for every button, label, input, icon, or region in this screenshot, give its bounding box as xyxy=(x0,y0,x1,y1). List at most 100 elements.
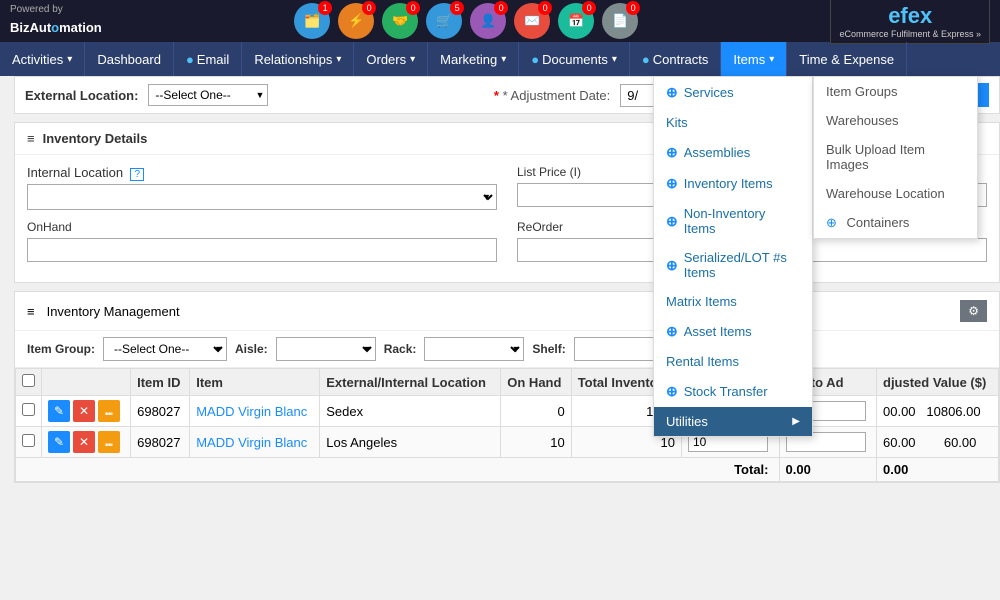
util-item-groups-label: Item Groups xyxy=(826,84,898,99)
dropdown-assemblies[interactable]: ⊕ Assemblies xyxy=(654,137,812,168)
row1-adj-value: 00.00 10806.00 xyxy=(877,396,999,427)
nav-relationships[interactable]: Relationships ▾ xyxy=(242,42,354,76)
row2-item-link[interactable]: MADD Virgin Blanc xyxy=(196,435,307,450)
row2-edit-button[interactable]: ✎ xyxy=(48,431,70,453)
row1-actions: ✎ ✕ ⑉ xyxy=(48,400,124,422)
brand-logo: BizAutomation xyxy=(10,15,102,38)
inventory-management-title: Inventory Management xyxy=(47,304,180,319)
plus-icon-inventory: ⊕ xyxy=(666,175,678,192)
row2-actions-cell: ✎ ✕ ⑉ xyxy=(42,427,131,458)
util-bulk-upload[interactable]: Bulk Upload Item Images xyxy=(814,135,977,179)
util-containers[interactable]: ⊕ Containers xyxy=(814,208,977,238)
plus-icon-stock: ⊕ xyxy=(666,383,678,400)
row2-fork-button[interactable]: ⑉ xyxy=(98,431,120,453)
row2-checkbox[interactable] xyxy=(22,434,35,447)
dropdown-rental-label: Rental Items xyxy=(666,354,739,369)
row1-item-link[interactable]: MADD Virgin Blanc xyxy=(196,404,307,419)
gear-button[interactable]: ⚙ xyxy=(960,300,987,322)
select-all-checkbox[interactable] xyxy=(22,374,35,387)
item-group-label: Item Group: xyxy=(27,342,95,356)
ext-location-select-wrapper: --Select One-- xyxy=(148,84,268,106)
util-warehouses[interactable]: Warehouses xyxy=(814,106,977,135)
efex-title: efex xyxy=(839,3,981,29)
internal-location-select[interactable] xyxy=(27,184,497,210)
internal-location-select-wrapper xyxy=(27,184,497,210)
icon-btn-5[interactable]: ✉️ 0 xyxy=(514,3,550,39)
efex-logo: efex eCommerce Fulfilment & Express » xyxy=(830,0,990,44)
dropdown-inventory-items[interactable]: ⊕ Inventory Items xyxy=(654,168,812,199)
row2-total-val: 60.00 xyxy=(926,435,976,450)
nav-time-expense[interactable]: Time & Expense xyxy=(787,42,907,76)
icon-btn-4[interactable]: 👤 0 xyxy=(470,3,506,39)
help-tooltip[interactable]: ? xyxy=(130,168,144,181)
nav-activities[interactable]: Activities ▾ xyxy=(0,42,85,76)
dropdown-kits[interactable]: Kits xyxy=(654,108,812,137)
nav-orders[interactable]: Orders ▾ xyxy=(354,42,428,76)
badge-6: 0 xyxy=(582,1,596,15)
plus-icon-services: ⊕ xyxy=(666,84,678,101)
col-checkbox xyxy=(16,369,42,396)
aisle-select[interactable] xyxy=(276,337,376,361)
nav-activities-arrow: ▾ xyxy=(67,54,72,65)
util-item-groups[interactable]: Item Groups xyxy=(814,77,977,106)
row1-delete-button[interactable]: ✕ xyxy=(73,400,95,422)
icon-btn-6[interactable]: 📅 0 xyxy=(558,3,594,39)
util-warehouse-location-label: Warehouse Location xyxy=(826,186,945,201)
row1-checkbox[interactable] xyxy=(22,403,35,416)
nav-items-label: Items xyxy=(733,52,765,67)
ext-location-select[interactable]: --Select One-- xyxy=(148,84,268,106)
icon-btn-3[interactable]: 🛒 5 xyxy=(426,3,462,39)
dropdown-stock-transfer[interactable]: ⊕ Stock Transfer xyxy=(654,376,812,407)
row2-item: MADD Virgin Blanc xyxy=(190,427,320,458)
onhand-input[interactable] xyxy=(27,238,497,262)
nav-email[interactable]: ● Email xyxy=(174,42,242,76)
dropdown-serialized[interactable]: ⊕ Serialized/LOT #s Items xyxy=(654,243,812,287)
icon-btn-7[interactable]: 📄 0 xyxy=(602,3,638,39)
dropdown-inventory-items-label: Inventory Items xyxy=(684,176,773,191)
calendar-icon: 📅 xyxy=(568,13,584,29)
cart-icon: 🛒 xyxy=(436,13,452,29)
nav-contracts[interactable]: ● Contracts xyxy=(630,42,722,76)
dropdown-non-inventory[interactable]: ⊕ Non-Inventory Items xyxy=(654,199,812,243)
row2-on-hand: 10 xyxy=(501,427,571,458)
util-warehouse-location[interactable]: Warehouse Location xyxy=(814,179,977,208)
row2-adj-val-text: 60.00 xyxy=(883,435,916,450)
row2-delete-button[interactable]: ✕ xyxy=(73,431,95,453)
badge-3: 5 xyxy=(450,1,464,15)
dropdown-utilities[interactable]: Utilities ▶ xyxy=(654,407,812,436)
row1-fork-button[interactable]: ⑉ xyxy=(98,400,120,422)
aisle-label: Aisle: xyxy=(235,342,268,356)
nav-marketing-label: Marketing xyxy=(440,52,497,67)
dropdown-serialized-label: Serialized/LOT #s Items xyxy=(684,250,800,280)
col-adj-value: djusted Value ($) xyxy=(877,369,999,396)
nav-relationships-arrow: ▾ xyxy=(336,54,341,65)
email-icon: ✉️ xyxy=(524,13,540,29)
row1-edit-button[interactable]: ✎ xyxy=(48,400,70,422)
nav-marketing[interactable]: Marketing ▾ xyxy=(428,42,519,76)
nav-orders-label: Orders xyxy=(366,52,406,67)
icon-btn-0[interactable]: 🗂️ 1 xyxy=(294,3,330,39)
dropdown-utilities-label: Utilities xyxy=(666,414,708,429)
icon-btn-2[interactable]: 🤝 0 xyxy=(382,3,418,39)
total-value-cell: 0.00 xyxy=(877,458,999,482)
rack-select[interactable] xyxy=(424,337,524,361)
internal-location-field: Internal Location ? xyxy=(27,165,497,210)
dropdown-services[interactable]: ⊕ Services xyxy=(654,77,812,108)
nav-documents[interactable]: ● Documents ▾ xyxy=(519,42,630,76)
table-row: ✎ ✕ ⑉ 698027 MADD Virgin Blanc Sedex 0 1… xyxy=(16,396,999,427)
dropdown-assemblies-label: Assemblies xyxy=(684,145,750,160)
dropdown-asset[interactable]: ⊕ Asset Items xyxy=(654,316,812,347)
nav-documents-label: Documents xyxy=(542,52,608,67)
badge-7: 0 xyxy=(626,1,640,15)
item-group-select[interactable]: --Select One-- xyxy=(103,337,227,361)
nav-dashboard[interactable]: Dashboard xyxy=(85,42,174,76)
icon-btn-1[interactable]: ⚡ 0 xyxy=(338,3,374,39)
dropdown-rental[interactable]: Rental Items xyxy=(654,347,812,376)
dropdown-matrix[interactable]: Matrix Items xyxy=(654,287,812,316)
badge-4: 0 xyxy=(494,1,508,15)
top-icon-bar: 🗂️ 1 ⚡ 0 🤝 0 🛒 5 👤 0 ✉️ 0 📅 0 📄 0 xyxy=(294,3,638,39)
nav-items[interactable]: Items ▾ xyxy=(721,42,787,76)
badge-5: 0 xyxy=(538,1,552,15)
dropdown-kits-label: Kits xyxy=(666,115,688,130)
nav-items-arrow: ▾ xyxy=(769,54,774,65)
